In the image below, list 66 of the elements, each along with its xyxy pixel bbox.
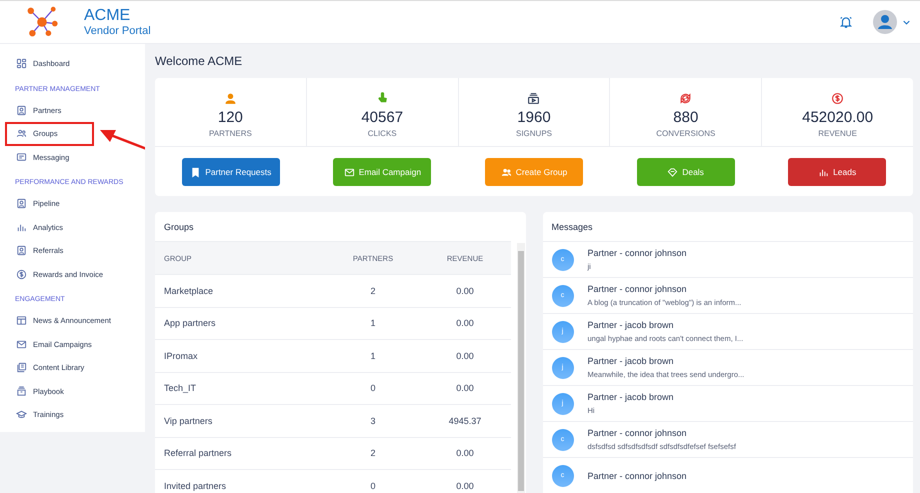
message-sender: Partner - connor johnson — [588, 248, 687, 258]
id-badge-icon — [16, 245, 27, 256]
network-logo-icon — [26, 6, 58, 38]
message-sender: Partner - jacob brown — [588, 356, 675, 366]
welcome-heading: Welcome ACME — [155, 54, 244, 68]
action-button[interactable]: Leads — [788, 158, 886, 186]
panel-title: Messages — [550, 221, 594, 234]
avatar-icon[interactable] — [873, 10, 897, 34]
table-cell: 2 — [327, 437, 419, 470]
table-cell: 0.00 — [419, 274, 511, 307]
stat-value: 40567 — [361, 109, 404, 126]
mail-icon — [16, 338, 27, 350]
action-button[interactable]: Partner Requests — [182, 158, 280, 186]
table-cell: Referral partners — [155, 437, 327, 470]
table-cell: 0.00 — [419, 307, 511, 340]
bell-icon[interactable] — [839, 15, 853, 29]
stat-value: 452020.00 — [802, 109, 874, 126]
message-sender: Partner - connor johnson — [588, 428, 688, 438]
table-cell: Vip partners — [155, 404, 327, 437]
graduation-cap-icon — [16, 409, 27, 420]
mail-icon — [344, 166, 355, 178]
table-cell: 0.00 — [419, 437, 511, 470]
table-cell: Invited partners — [155, 470, 327, 493]
people-icon — [16, 128, 27, 140]
stat-value: 120 — [218, 109, 243, 126]
stat-label: CLICKS — [368, 129, 397, 138]
brand-name: ACME — [84, 7, 132, 25]
scrollbar[interactable] — [516, 243, 524, 493]
message-sender: Partner - connor johnson — [588, 284, 688, 294]
stat-label: SIGNUPS — [516, 129, 552, 138]
table-cell: Tech_IT — [155, 372, 327, 404]
bookmark-icon — [190, 166, 202, 178]
stat-label: REVENUE — [818, 129, 857, 138]
brand-subtitle: Vendor Portal — [84, 25, 151, 37]
diamond-tag-icon — [667, 166, 678, 178]
stat-label: PARTNERS — [208, 129, 252, 138]
table-cell: 1 — [327, 307, 419, 340]
stat-label: CONVERSIONS — [656, 129, 716, 138]
stat-value: 1960 — [517, 109, 551, 126]
panel-title: Groups — [163, 221, 195, 234]
id-badge-icon — [16, 104, 27, 116]
message-sender: Partner - jacob brown — [588, 320, 675, 330]
caret-icon[interactable] — [903, 20, 910, 24]
table-cell: 0.00 — [419, 470, 511, 493]
chat-icon — [16, 152, 27, 163]
tray-icon — [16, 386, 27, 397]
table-cell: 2 — [327, 274, 419, 307]
documents-icon — [16, 362, 27, 374]
table-cell: App partners — [155, 307, 327, 340]
table-cell: 0.00 — [419, 340, 511, 372]
table-cell: 4945.37 — [419, 404, 511, 437]
table-cell: 3 — [327, 404, 419, 437]
table-cell: 1 — [327, 340, 419, 372]
id-badge-icon — [16, 198, 27, 210]
table-cell: 0 — [327, 470, 419, 493]
table-cell: IPromax — [155, 340, 327, 372]
table-cell: Marketplace — [155, 274, 327, 307]
people-icon — [500, 166, 512, 178]
table-cell: 0.00 — [419, 372, 511, 404]
layout-icon — [16, 315, 27, 326]
grid-icon — [16, 58, 27, 70]
stat-value: 880 — [673, 109, 698, 126]
table-cell: 0 — [327, 372, 419, 404]
dollar-icon — [16, 268, 27, 280]
message-sender: Partner - jacob brown — [588, 392, 674, 402]
message-sender: Partner - connor johnson — [588, 470, 687, 480]
